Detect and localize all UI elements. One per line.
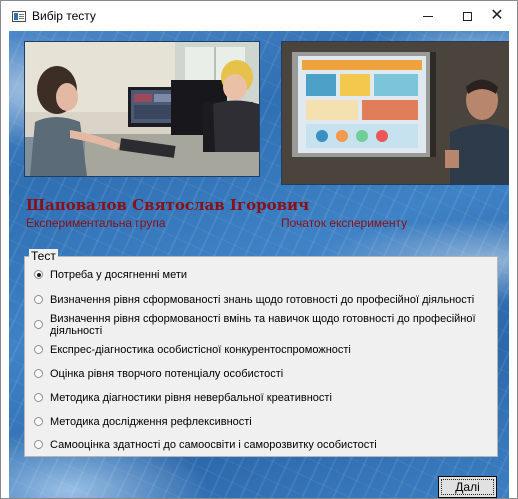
person-name: Шаповалов Святослав Ігорович bbox=[26, 196, 310, 214]
test-groupbox-title: Тест bbox=[29, 249, 58, 263]
test-option-1[interactable]: Визначення рівня сформованості знань щод… bbox=[34, 294, 474, 306]
test-option-label: Методика діагностики рівня невербальної … bbox=[50, 392, 332, 404]
close-button[interactable]: ✕ bbox=[478, 1, 516, 31]
test-option-label: Експрес-діагностика особистісної конкуре… bbox=[50, 344, 351, 356]
radio-button-selected[interactable] bbox=[34, 270, 43, 279]
test-option-2[interactable]: Визначення рівня сформованості вмінь та … bbox=[34, 313, 497, 337]
next-button[interactable]: Далі bbox=[438, 476, 497, 498]
photo-whiteboard-presentation bbox=[281, 41, 509, 185]
window-title: Вибір тесту bbox=[32, 9, 96, 23]
radio-button[interactable] bbox=[34, 345, 43, 354]
minimize-icon bbox=[423, 15, 433, 17]
client-area: Шаповалов Святослав Ігорович Експеримент… bbox=[9, 31, 509, 498]
radio-button[interactable] bbox=[34, 417, 43, 426]
test-option-4[interactable]: Оцінка рівня творчого потенціалу особист… bbox=[34, 368, 283, 380]
maximize-icon bbox=[462, 11, 472, 21]
close-icon: ✕ bbox=[490, 7, 504, 24]
group-label: Експериментальна група bbox=[26, 216, 166, 230]
radio-button[interactable] bbox=[34, 393, 43, 402]
title-bar: Вибір тесту ✕ bbox=[1, 1, 517, 31]
test-option-label: Потреба у досягненні мети bbox=[50, 269, 188, 281]
test-option-label: Визначення рівня сформованості вмінь та … bbox=[50, 313, 476, 337]
radio-button[interactable] bbox=[34, 440, 43, 449]
app-window-icon bbox=[12, 11, 26, 22]
test-option-label: Оцінка рівня творчого потенціалу особист… bbox=[50, 368, 284, 380]
test-option-5[interactable]: Методика діагностики рівня невербальної … bbox=[34, 392, 332, 404]
experiment-stage-label: Початок експерименту bbox=[281, 216, 408, 230]
test-option-label: Самооцінка здатності до самоосвіти і сам… bbox=[50, 439, 377, 451]
test-option-3[interactable]: Експрес-діагностика особистісної конкуре… bbox=[34, 344, 351, 356]
test-option-0[interactable]: Потреба у досягненні мети bbox=[34, 269, 187, 281]
radio-button[interactable] bbox=[34, 295, 43, 304]
test-option-label: Методика дослідження рефлексивності bbox=[50, 416, 252, 428]
test-option-label: Визначення рівня сформованості знань щод… bbox=[50, 294, 475, 306]
test-selection-window: Вибір тесту ✕ Шаповалов Святослав Ігоров… bbox=[0, 0, 518, 499]
radio-button[interactable] bbox=[34, 320, 43, 329]
radio-button[interactable] bbox=[34, 369, 43, 378]
test-option-7[interactable]: Самооцінка здатності до самоосвіти і сам… bbox=[34, 439, 377, 451]
test-option-6[interactable]: Методика дослідження рефлексивності bbox=[34, 416, 252, 428]
photo-computer-lab bbox=[24, 41, 260, 177]
test-groupbox: Тест Потреба у досягненні мети Визначенн… bbox=[24, 249, 498, 457]
minimize-button[interactable] bbox=[409, 1, 447, 31]
